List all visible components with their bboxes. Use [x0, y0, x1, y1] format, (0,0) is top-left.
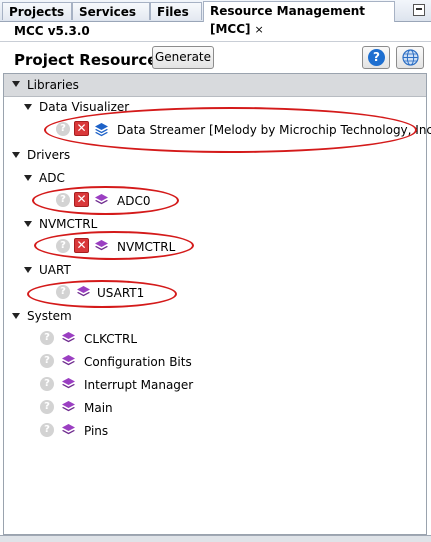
tab-projects[interactable]: Projects [2, 2, 72, 20]
tab-label: Projects [9, 5, 65, 19]
tree-label: UART [39, 263, 71, 277]
layers-icon [62, 424, 75, 435]
page-title: Project Resources [14, 51, 167, 69]
mcc-version: MCC v5.3.0 [14, 24, 90, 38]
help-icon[interactable]: ? [56, 122, 70, 136]
tab-bar: Projects Services Files Resource Managem… [0, 0, 431, 36]
layers-icon [62, 401, 75, 412]
tree-node-data-visualizer[interactable]: Data Visualizer [4, 97, 424, 117]
expand-arrow-icon[interactable] [24, 221, 32, 227]
help-icon[interactable]: ? [56, 239, 70, 253]
expand-arrow-icon[interactable] [12, 313, 20, 319]
layers-icon [62, 355, 75, 366]
tree-root-row[interactable]: Libraries [4, 74, 426, 97]
minimize-window-icon[interactable] [413, 4, 425, 16]
tree-label: NVMCTRL [117, 240, 176, 254]
tree-label: ADC0 [117, 194, 151, 208]
tree-item-interrupt-manager[interactable]: ? Interrupt Manager [4, 375, 424, 395]
expand-arrow-icon[interactable] [12, 152, 20, 158]
web-button[interactable] [396, 46, 424, 69]
expand-arrow-icon[interactable] [24, 104, 32, 110]
expand-arrow-icon[interactable] [12, 81, 20, 87]
tree-label-libraries: Libraries [27, 78, 79, 92]
help-icon[interactable]: ? [40, 331, 54, 345]
tab-label: Files [157, 5, 189, 19]
generate-button[interactable]: Generate [152, 46, 214, 69]
layers-icon [62, 332, 75, 343]
help-icon[interactable]: ? [40, 400, 54, 414]
tree-item-nvmctrl[interactable]: ? ✕ NVMCTRL [4, 237, 424, 257]
tree-node-system[interactable]: System [4, 306, 424, 326]
tree-item-pins[interactable]: ? Pins [4, 421, 424, 441]
tree-item-configuration-bits[interactable]: ? Configuration Bits [4, 352, 424, 372]
help-button[interactable]: ? [362, 46, 390, 69]
divider [0, 41, 431, 42]
tab-services[interactable]: Services [72, 2, 150, 20]
tree-node-adc[interactable]: ADC [4, 168, 424, 188]
remove-icon[interactable]: ✕ [74, 192, 89, 207]
close-icon[interactable]: × [255, 23, 264, 36]
expand-arrow-icon[interactable] [24, 267, 32, 273]
tree-label: Data Visualizer [39, 100, 130, 114]
tree-label: ADC [39, 171, 65, 185]
remove-icon[interactable]: ✕ [74, 121, 89, 136]
layers-icon [62, 378, 75, 389]
tree-label: Interrupt Manager [84, 378, 194, 392]
help-icon[interactable]: ? [56, 285, 70, 299]
tree-node-drivers[interactable]: Drivers [4, 145, 424, 165]
help-icon: ? [368, 49, 385, 66]
remove-icon[interactable]: ✕ [74, 238, 89, 253]
tree-label: Drivers [27, 148, 71, 162]
tab-resource-management[interactable]: Resource Management [MCC] × [203, 1, 395, 36]
tree-label: NVMCTRL [39, 217, 98, 231]
globe-icon [402, 49, 419, 66]
tree-node-nvmctrl-group[interactable]: NVMCTRL [4, 214, 424, 234]
tree-item-adc0[interactable]: ? ✕ ADC0 [4, 191, 424, 211]
tree-label: Main [84, 401, 113, 415]
help-icon[interactable]: ? [40, 354, 54, 368]
help-icon[interactable]: ? [40, 377, 54, 391]
expand-arrow-icon[interactable] [24, 175, 32, 181]
help-icon[interactable]: ? [56, 193, 70, 207]
tree-item-main[interactable]: ? Main [4, 398, 424, 418]
tree-label: Data Streamer [Melody by Microchip Techn… [117, 123, 431, 137]
tab-files[interactable]: Files [150, 2, 202, 20]
layers-icon [95, 194, 108, 205]
tree-node-uart[interactable]: UART [4, 260, 424, 280]
resource-tree: Libraries Data Visualizer ? ✕ Data Strea… [3, 73, 431, 535]
tree-label: USART1 [97, 286, 145, 300]
tree-label: System [27, 309, 72, 323]
tab-label: Services [79, 5, 137, 19]
help-icon[interactable]: ? [40, 423, 54, 437]
tab-label: Resource Management [MCC] [210, 4, 365, 36]
tree-label: CLKCTRL [84, 332, 138, 346]
layers-icon [77, 286, 90, 297]
tree-item-data-streamer[interactable]: ? ✕ Data Streamer [Melody by Microchip T… [4, 120, 431, 140]
tree-label: Configuration Bits [84, 355, 192, 369]
layers-icon [95, 123, 108, 137]
tree-item-usart1[interactable]: ? USART1 [4, 283, 424, 303]
layers-icon [95, 240, 108, 251]
tree-item-clkctrl[interactable]: ? CLKCTRL [4, 329, 424, 349]
tree-label: Pins [84, 424, 109, 438]
